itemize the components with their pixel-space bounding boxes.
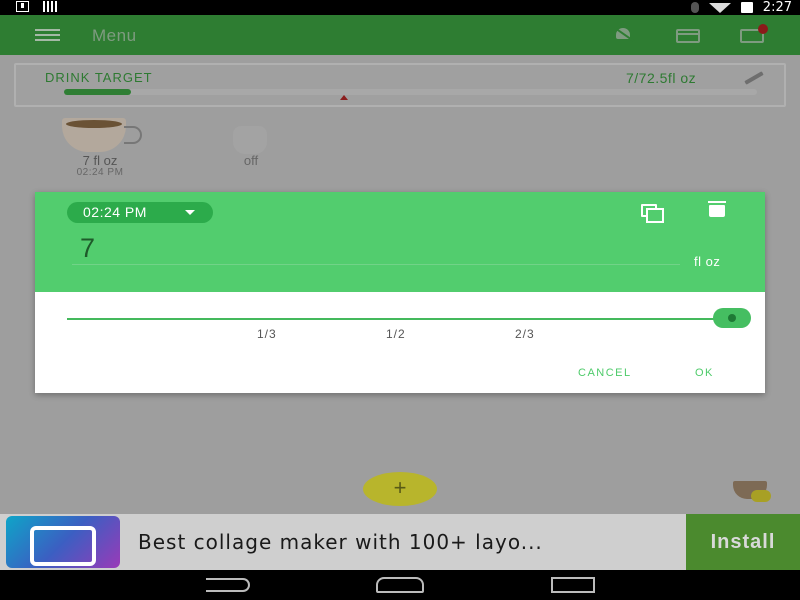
- drink-target-label: DRINK TARGET: [45, 70, 153, 85]
- time-chip-label: 02:24 PM: [83, 204, 147, 220]
- wifi-icon: [708, 2, 731, 13]
- install-button[interactable]: Install: [686, 514, 800, 570]
- dropdown-arrow-icon: [185, 210, 195, 215]
- signal-bars-icon: [43, 1, 59, 12]
- edit-drink-dialog: 02:24 PM fl oz 1/3 1/2 2/3 CANCEL OK: [35, 192, 765, 393]
- log-item-amount: 7 fl oz: [82, 153, 118, 168]
- hand-icon: [233, 126, 267, 154]
- unit-label: fl oz: [694, 254, 721, 269]
- download-icon: [16, 1, 29, 12]
- log-item-time: 02:24 PM: [76, 167, 124, 178]
- hamburger-menu-icon[interactable]: [35, 29, 60, 41]
- recents-icon[interactable]: [551, 577, 595, 593]
- copy-icon[interactable]: [641, 204, 664, 223]
- drink-target-card: DRINK TARGET 7/72.5fl oz: [14, 63, 786, 107]
- log-item-off-label: off: [243, 153, 259, 168]
- menu-title[interactable]: Menu: [92, 26, 137, 46]
- amount-input[interactable]: [72, 232, 680, 265]
- navigation-bar: [0, 570, 800, 600]
- calendar-icon[interactable]: [676, 29, 700, 43]
- slider-tick-two-thirds[interactable]: 2/3: [515, 327, 535, 341]
- drink-target-progress-bar: [64, 89, 757, 95]
- amount-slider-thumb[interactable]: [713, 308, 751, 328]
- log-item-off[interactable]: off: [201, 116, 301, 182]
- drink-target-progress-fill: [64, 89, 131, 95]
- coffee-cup-icon: [62, 118, 142, 152]
- log-item-coffee[interactable]: 7 fl oz 02:24 PM: [50, 116, 150, 182]
- status-bar: 2:27: [0, 0, 800, 15]
- bell-off-icon[interactable]: [612, 27, 636, 43]
- battery-charging-icon: [740, 2, 753, 13]
- ad-app-logo-icon[interactable]: [6, 516, 120, 568]
- add-drink-fab[interactable]: +: [363, 472, 437, 506]
- target-marker-icon: [340, 95, 348, 100]
- ok-button[interactable]: OK: [695, 367, 714, 379]
- delete-icon[interactable]: [708, 201, 726, 217]
- amount-slider-track[interactable]: [67, 318, 734, 320]
- drink-target-value: 7/72.5fl oz: [626, 70, 697, 86]
- back-icon[interactable]: [206, 578, 250, 592]
- cup-plus-icon[interactable]: [740, 24, 768, 43]
- home-icon[interactable]: [376, 577, 424, 593]
- bluetooth-icon: [690, 2, 699, 13]
- status-time: 2:27: [762, 0, 792, 15]
- cup-refill-icon[interactable]: [733, 481, 771, 502]
- slider-tick-one-third[interactable]: 1/3: [257, 327, 277, 341]
- dialog-header: 02:24 PM fl oz: [35, 192, 765, 292]
- edit-pencil-icon[interactable]: [744, 71, 764, 85]
- app-bar: Menu: [0, 15, 800, 55]
- time-picker-chip[interactable]: 02:24 PM: [67, 202, 213, 223]
- slider-tick-one-half[interactable]: 1/2: [386, 327, 406, 341]
- ad-banner[interactable]: Best collage maker with 100+ layo... Ins…: [0, 514, 800, 570]
- ad-text[interactable]: Best collage maker with 100+ layo...: [138, 530, 543, 554]
- cancel-button[interactable]: CANCEL: [578, 367, 632, 379]
